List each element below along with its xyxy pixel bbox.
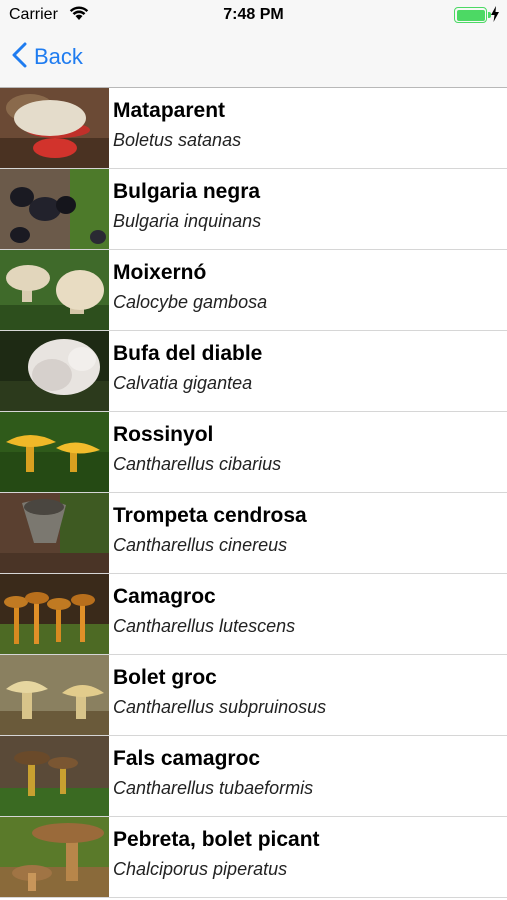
item-scientific-name: Cantharellus subpruinosus xyxy=(113,697,327,717)
item-scientific-name: Calocybe gambosa xyxy=(113,292,268,312)
item-scientific-name: Cantharellus cinereus xyxy=(113,535,288,555)
charging-bolt-icon xyxy=(490,6,500,27)
white-puffball-icon xyxy=(0,331,109,411)
grey-trumpet-icon xyxy=(0,493,109,573)
list-item[interactable]: Moixernó Calocybe gambosa xyxy=(0,250,507,331)
item-name: Trompeta cendrosa xyxy=(113,504,307,527)
item-name: Bulgaria negra xyxy=(113,180,261,203)
back-button[interactable]: Back xyxy=(12,40,83,74)
list-item[interactable]: Camagroc Cantharellus lutescens xyxy=(0,574,507,655)
item-name: Moixernó xyxy=(113,261,207,284)
item-name: Rossinyol xyxy=(113,423,214,446)
chevron-left-icon xyxy=(12,42,27,73)
mushroom-list: Mataparent Boletus satanas Bulgaria negra B… xyxy=(0,88,507,898)
item-name: Fals camagroc xyxy=(113,747,261,770)
list-item[interactable]: Fals camagroc Cantharellus tubaeformis xyxy=(0,736,507,817)
red-pored-bolete-icon xyxy=(0,88,109,168)
item-scientific-name: Chalciporus piperatus xyxy=(113,859,288,879)
yellow-chanterelle-icon xyxy=(0,412,109,492)
list-item[interactable]: Mataparent Boletus satanas xyxy=(0,88,507,169)
list-item[interactable]: Rossinyol Cantharellus cibarius xyxy=(0,412,507,493)
status-bar: Carrier 7:48 PM xyxy=(0,0,507,30)
item-name: Mataparent xyxy=(113,99,226,122)
black-cup-fungus-icon xyxy=(0,169,109,249)
item-scientific-name: Cantharellus lutescens xyxy=(113,616,296,636)
battery-icon xyxy=(454,7,491,23)
brown-funnel-icon xyxy=(0,736,109,816)
list-item[interactable]: Pebreta, bolet picant Chalciporus piperat… xyxy=(0,817,507,898)
pale-chanterelle-icon xyxy=(0,655,109,735)
item-scientific-name: Cantharellus tubaeformis xyxy=(113,778,314,798)
item-scientific-name: Boletus satanas xyxy=(113,130,242,150)
pale-mushroom-icon xyxy=(0,250,109,330)
item-name: Pebreta, bolet picant xyxy=(113,828,320,851)
back-label: Back xyxy=(34,44,83,69)
navigation-bar: Carrier 7:48 PM Back xyxy=(0,0,507,88)
item-name: Bolet groc xyxy=(113,666,217,689)
battery-level xyxy=(456,9,485,21)
brown-bolete-icon xyxy=(0,817,109,897)
item-name: Bufa del diable xyxy=(113,342,263,365)
list-item[interactable]: Bufa del diable Calvatia gigantea xyxy=(0,331,507,412)
status-time: 7:48 PM xyxy=(223,6,284,23)
list-item[interactable]: Bulgaria negra Bulgaria inquinans xyxy=(0,169,507,250)
item-scientific-name: Bulgaria inquinans xyxy=(113,211,262,231)
item-scientific-name: Cantharellus cibarius xyxy=(113,454,282,474)
orange-cluster-icon xyxy=(0,574,109,654)
list-item[interactable]: Trompeta cendrosa Cantharellus cinereus xyxy=(0,493,507,574)
item-name: Camagroc xyxy=(113,585,216,608)
list-item[interactable]: Bolet groc Cantharellus subpruinosus xyxy=(0,655,507,736)
item-scientific-name: Calvatia gigantea xyxy=(113,373,253,393)
